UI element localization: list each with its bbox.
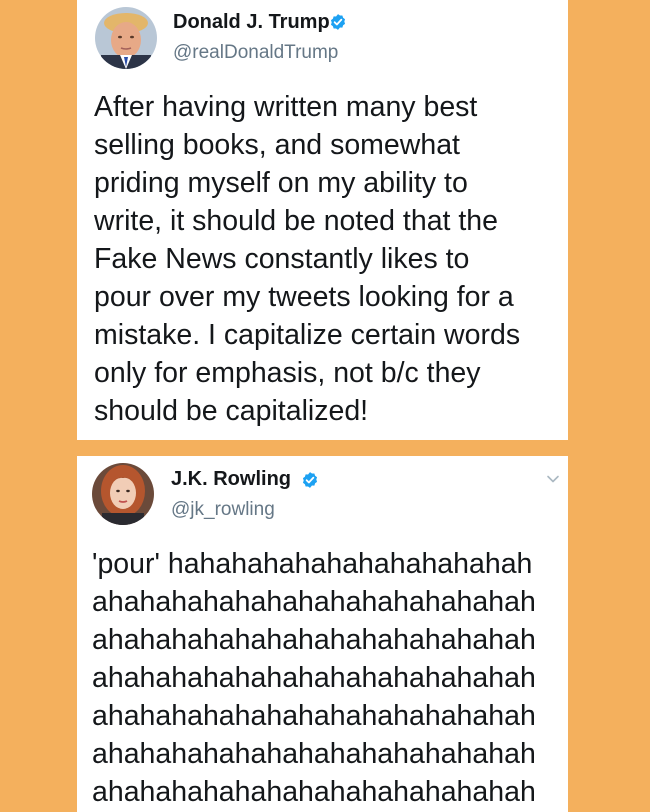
author-handle[interactable]: @jk_rowling <box>171 499 275 521</box>
tweet-header: Donald J. Trump @realDonaldTrump <box>77 0 568 90</box>
tweet-card: J.K. Rowling @jk_rowling 'pour' hahahaha… <box>77 456 568 812</box>
avatar-image <box>95 7 157 69</box>
verified-badge-icon <box>330 14 346 30</box>
tweet-text-line: Fake News constantly likes to <box>94 243 470 275</box>
tweet-text-line: ahahahahahahahahahahahahahah <box>92 776 536 808</box>
avatar[interactable] <box>95 7 157 69</box>
tweet-text: 'pour' hahahahahahahahahahahah ahahahahah… <box>92 545 536 811</box>
verified-badge-icon <box>302 472 318 488</box>
tweet-text-line: selling books, and somewhat <box>94 129 460 161</box>
avatar[interactable] <box>92 463 154 525</box>
avatar-image <box>92 463 154 525</box>
screenshot-canvas: Donald J. Trump @realDonaldTrump After h… <box>0 0 650 812</box>
tweet-text: After having written many best selling bo… <box>94 88 520 430</box>
tweet-text-line: mistake. I capitalize certain words <box>94 319 521 351</box>
tweet-text-line: write, it should be noted that the <box>94 205 499 237</box>
tweet-text-line: should be capitalized! <box>94 395 369 427</box>
tweet-text-line: priding myself on my ability to <box>94 167 468 199</box>
tweet-text-line: ahahahahahahahahahahahahahah <box>92 700 536 732</box>
tweet-text-line: ahahahahahahahahahahahahahah <box>92 738 536 770</box>
tweet-card: Donald J. Trump @realDonaldTrump After h… <box>77 0 568 440</box>
author-name[interactable]: J.K. Rowling <box>171 468 291 491</box>
author-handle[interactable]: @realDonaldTrump <box>173 42 338 64</box>
tweet-text-line: ahahahahahahahahahahahahahah <box>92 662 536 694</box>
tweet-text-line: ahahahahahahahahahahahahahah <box>92 624 536 656</box>
tweet-text-line: After having written many best <box>94 91 478 123</box>
tweet-header: J.K. Rowling @jk_rowling <box>77 456 568 546</box>
tweet-text-line: 'pour' hahahahahahahahahahahah <box>92 548 533 580</box>
tweet-text-line: pour over my tweets looking for a <box>94 281 514 313</box>
author-name[interactable]: Donald J. Trump <box>173 11 330 34</box>
tweet-text-line: only for emphasis, not b/c they <box>94 357 481 389</box>
tweet-text-line: ahahahahahahahahahahahahahah <box>92 586 536 618</box>
chevron-down-icon[interactable] <box>546 474 560 484</box>
